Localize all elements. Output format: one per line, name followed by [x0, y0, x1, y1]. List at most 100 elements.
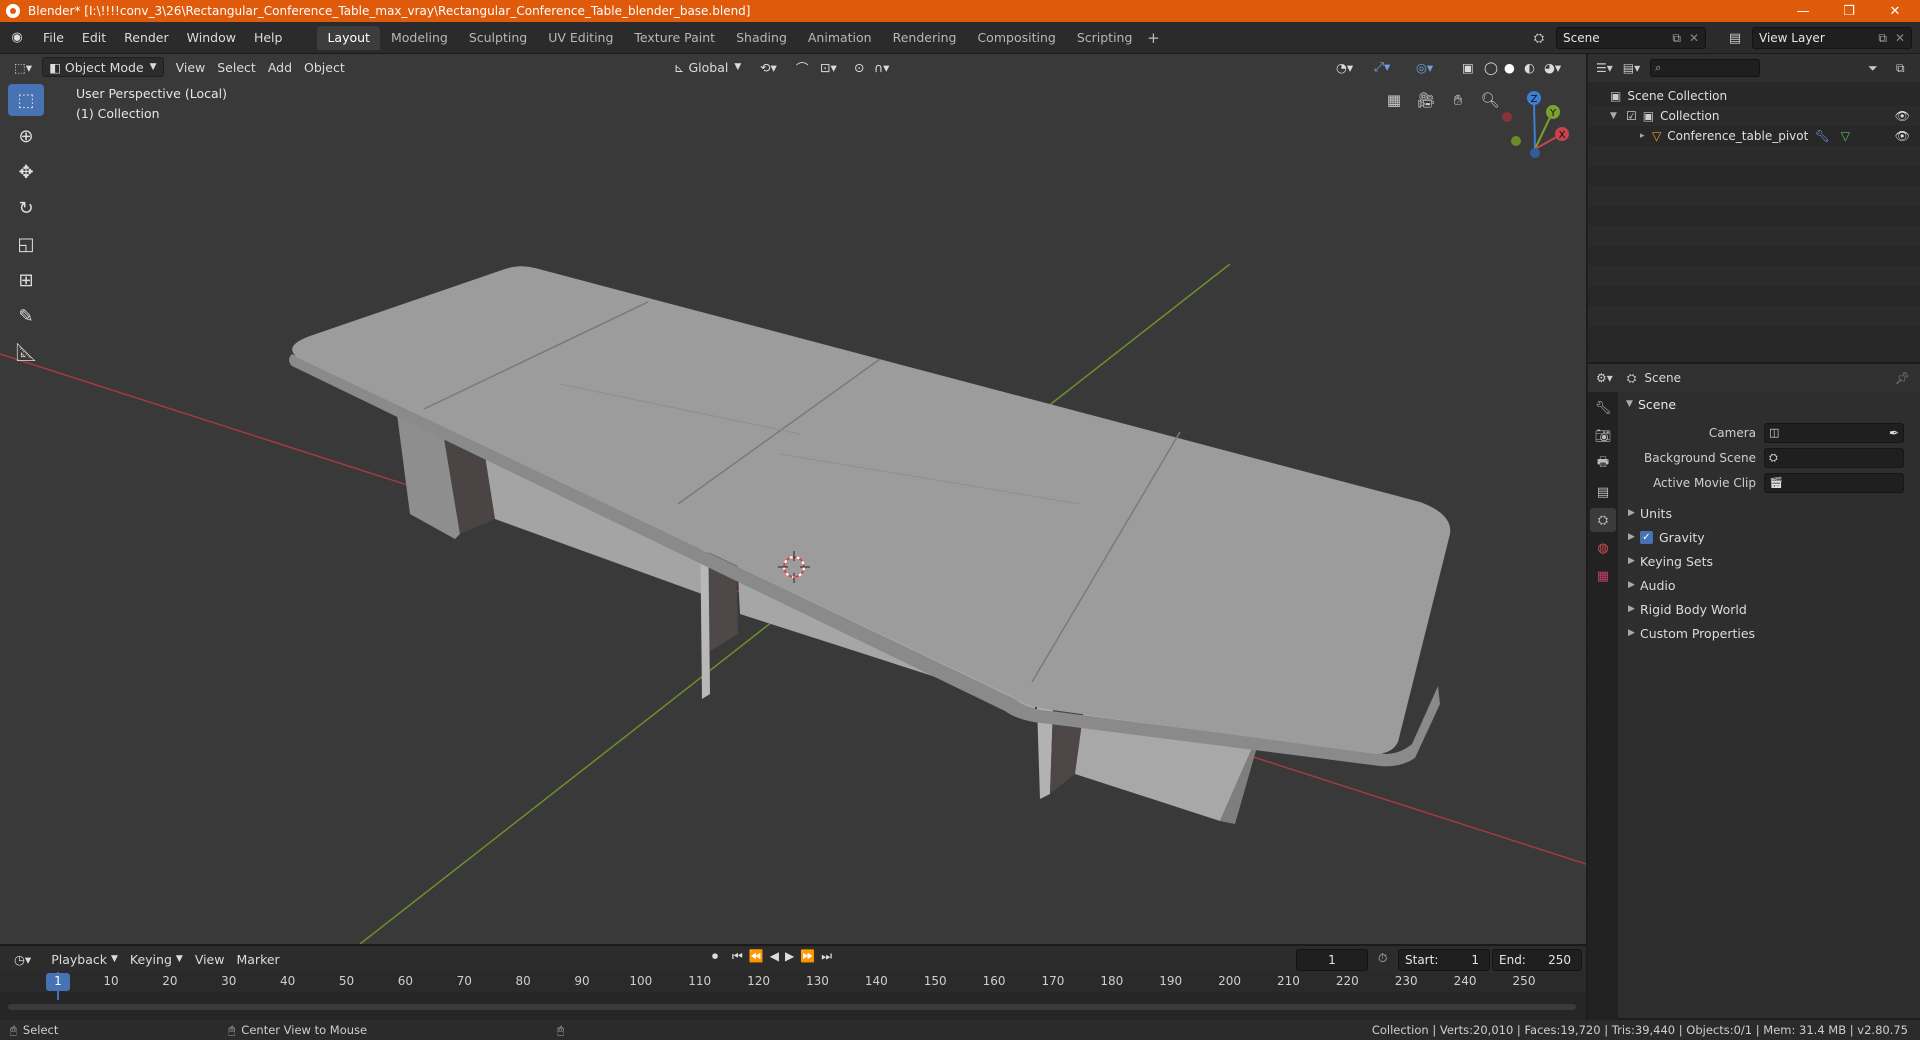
orientation-dropdown[interactable]: ⊾ Global ▼ — [668, 57, 747, 77]
scene-selector-icon[interactable]: ⛭ — [1528, 27, 1550, 49]
scene-tab-icon[interactable]: ⛭ — [1590, 508, 1616, 532]
menu-window[interactable]: Window — [178, 27, 245, 49]
tab-animation[interactable]: Animation — [798, 26, 882, 50]
eye-icon[interactable]: 👁︎ — [1895, 129, 1910, 143]
filter-icon[interactable]: ⏷ — [1868, 61, 1878, 76]
units-panel[interactable]: ▶ Units — [1618, 501, 1920, 525]
tab-modeling[interactable]: Modeling — [381, 26, 458, 50]
annotate-tool-icon[interactable]: ✎ — [8, 300, 44, 332]
eye-icon[interactable]: 👁︎ — [1895, 109, 1910, 123]
tab-layout[interactable]: Layout — [317, 25, 380, 50]
timeline-scrollbar[interactable] — [8, 1004, 1576, 1010]
timeline-track[interactable] — [0, 972, 1586, 1020]
stopwatch-icon[interactable]: ⏱ — [1378, 951, 1387, 966]
menu-help[interactable]: Help — [245, 27, 292, 49]
tab-rendering[interactable]: Rendering — [883, 26, 967, 50]
pan-hand-icon[interactable]: ✋︎ — [1446, 88, 1470, 112]
menu-view[interactable]: View — [170, 57, 212, 77]
background-scene-field[interactable]: ⛭ — [1764, 447, 1904, 468]
menu-file[interactable]: File — [34, 27, 73, 49]
pivot-point-icon[interactable]: ⟲▾ — [754, 57, 783, 77]
keying-sets-panel[interactable]: ▶ Keying Sets — [1618, 549, 1920, 573]
grid-view-icon[interactable]: ▦ — [1382, 88, 1406, 112]
gravity-checkbox[interactable]: ✓ — [1640, 530, 1653, 544]
tab-texture-paint[interactable]: Texture Paint — [624, 26, 725, 50]
rigid-body-world-panel[interactable]: ▶ Rigid Body World — [1618, 597, 1920, 621]
new-collection-icon[interactable]: ⧉ — [1896, 61, 1905, 76]
scene-panel-header[interactable]: ▼ Scene — [1618, 392, 1920, 416]
output-tab-icon[interactable]: 🖶︎ — [1590, 452, 1616, 476]
blender-menu-icon[interactable]: ◉ — [6, 28, 28, 48]
play-icon[interactable]: ▶ — [785, 949, 794, 964]
scale-tool-icon[interactable]: ◱ — [8, 228, 44, 260]
measure-tool-icon[interactable]: 📐︎ — [8, 336, 44, 368]
editor-type-icon[interactable]: ⬚▾ — [8, 57, 38, 77]
mode-dropdown[interactable]: ◧ Object Mode ▼ — [42, 57, 164, 77]
current-frame-field[interactable]: 1 — [1296, 949, 1368, 971]
menu-render[interactable]: Render — [115, 27, 178, 49]
camera-field[interactable]: ◫ ✒ — [1764, 422, 1904, 443]
minimize-button[interactable]: — — [1780, 0, 1826, 22]
prev-keyframe-icon[interactable]: ⏪ — [749, 949, 764, 964]
timeline-editor-icon[interactable]: ◷▾ — [8, 949, 37, 969]
modifier-wrench-icon[interactable]: 🔧︎ — [1815, 129, 1830, 143]
move-tool-icon[interactable]: ✥ — [8, 156, 44, 188]
tab-compositing[interactable]: Compositing — [967, 26, 1065, 50]
mesh-data-icon[interactable]: ▽ — [1841, 129, 1850, 143]
frame-ruler[interactable]: 1 10 20 30 40 50 60 70 80 90 100 110 120 130 140 150 160… — [0, 972, 1586, 992]
end-frame-field[interactable]: End: 250 — [1492, 949, 1582, 971]
rotate-tool-icon[interactable]: ↻ — [8, 192, 44, 224]
menu-timeline-view[interactable]: View — [189, 949, 231, 969]
camera-view-icon[interactable]: 🎥︎ — [1414, 88, 1438, 112]
outliner-row-object[interactable]: ▸ ▽ Conference_table_pivot 🔧︎ ▽ 👁︎ — [1588, 126, 1920, 146]
play-reverse-icon[interactable]: ◀ — [770, 949, 779, 964]
rendered-shading-icon[interactable]: ◕▾ — [1538, 57, 1567, 77]
custom-properties-panel[interactable]: ▶ Custom Properties — [1618, 621, 1920, 645]
render-tab-icon[interactable]: 📷︎ — [1590, 424, 1616, 448]
tool-tab-icon[interactable]: 🔧︎ — [1590, 396, 1616, 420]
audio-panel[interactable]: ▶ Audio — [1618, 573, 1920, 597]
texture-tab-icon[interactable]: ▦ — [1590, 564, 1616, 588]
start-frame-field[interactable]: Start: 1 — [1398, 949, 1490, 971]
gravity-panel[interactable]: ▶ ✓ Gravity — [1618, 525, 1920, 549]
close-button[interactable]: ✕ — [1872, 0, 1918, 22]
visibility-icon[interactable]: ◔▾ — [1330, 57, 1359, 77]
falloff-icon[interactable]: ∩▾ — [868, 57, 895, 77]
properties-editor-icon[interactable]: ⚙▾ — [1596, 371, 1613, 385]
pin-icon[interactable]: 📌︎ — [1895, 371, 1910, 385]
copy-scene-icon[interactable]: ⧉ — [1672, 31, 1681, 46]
outliner-editor-icon[interactable]: ☰▾ — [1596, 61, 1613, 75]
select-box-tool-icon[interactable]: ⬚ — [8, 84, 44, 116]
world-tab-icon[interactable]: ◍ — [1590, 536, 1616, 560]
menu-keying[interactable]: Keying ▼ — [124, 949, 189, 969]
zoom-icon[interactable]: 🔍︎ — [1478, 88, 1502, 112]
xray-icon[interactable]: ▣ — [1456, 57, 1480, 77]
menu-edit[interactable]: Edit — [73, 27, 115, 49]
display-mode-icon[interactable]: ▤▾ — [1623, 61, 1640, 75]
outliner-row-collection[interactable]: ▼ ☑ ▣ Collection 👁︎ — [1588, 106, 1920, 126]
delete-view-layer-icon[interactable]: ✕ — [1895, 31, 1905, 45]
tab-shading[interactable]: Shading — [726, 26, 797, 50]
jump-start-icon[interactable]: ⏮ — [732, 949, 743, 964]
overlay-toggle-icon[interactable]: ◎▾ — [1410, 57, 1439, 77]
expand-arrow-icon[interactable]: ▸ — [1640, 131, 1652, 141]
expand-arrow-icon[interactable]: ▼ — [1610, 111, 1626, 121]
menu-marker[interactable]: Marker — [230, 949, 285, 969]
tab-scripting[interactable]: Scripting — [1067, 26, 1143, 50]
view-layer-icon[interactable]: ▤ — [1724, 27, 1746, 49]
outliner-search-input[interactable]: ⌕ — [1650, 59, 1761, 77]
view-layer-tab-icon[interactable]: ▤ — [1590, 480, 1616, 504]
tab-uv-editing[interactable]: UV Editing — [538, 26, 623, 50]
copy-view-layer-icon[interactable]: ⧉ — [1878, 31, 1887, 46]
menu-add[interactable]: Add — [262, 57, 298, 77]
add-workspace-icon[interactable]: + — [1143, 29, 1163, 47]
3d-viewport[interactable]: Z Y X ⬚▾ ◧ Object Mode ▼ View Select Add… — [0, 54, 1586, 944]
view-layer-field[interactable]: View Layer ⧉ ✕ — [1752, 27, 1912, 49]
menu-playback[interactable]: Playback ▼ — [45, 949, 124, 969]
scene-name-field[interactable]: Scene ⧉ ✕ — [1556, 27, 1706, 49]
snap-target-icon[interactable]: ⊡▾ — [814, 57, 843, 77]
outliner-row-scene-collection[interactable]: ▣ Scene Collection — [1588, 86, 1920, 106]
restore-button[interactable]: ❐ — [1826, 0, 1872, 22]
active-movie-clip-field[interactable]: 🎬︎ — [1764, 472, 1904, 493]
gizmo-toggle-icon[interactable]: ⤢▾ — [1368, 57, 1396, 77]
